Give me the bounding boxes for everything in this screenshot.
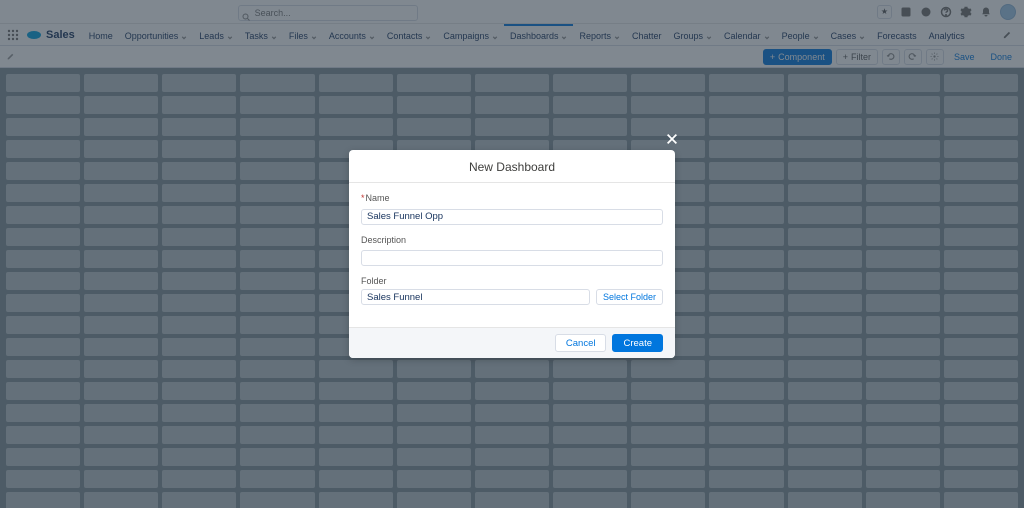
create-button[interactable]: Create [612,334,663,352]
name-input[interactable] [361,209,663,225]
description-input[interactable] [361,250,663,266]
folder-input[interactable] [361,289,590,305]
description-label: Description [361,235,663,245]
cancel-button[interactable]: Cancel [555,334,607,352]
modal-overlay: New Dashboard Name Description Folder Se… [0,0,1024,508]
name-label: Name [361,193,663,203]
close-icon[interactable] [665,132,679,151]
folder-label: Folder [361,276,663,286]
select-folder-button[interactable]: Select Folder [596,289,663,305]
modal-title: New Dashboard [349,150,675,183]
new-dashboard-modal: New Dashboard Name Description Folder Se… [349,150,675,358]
